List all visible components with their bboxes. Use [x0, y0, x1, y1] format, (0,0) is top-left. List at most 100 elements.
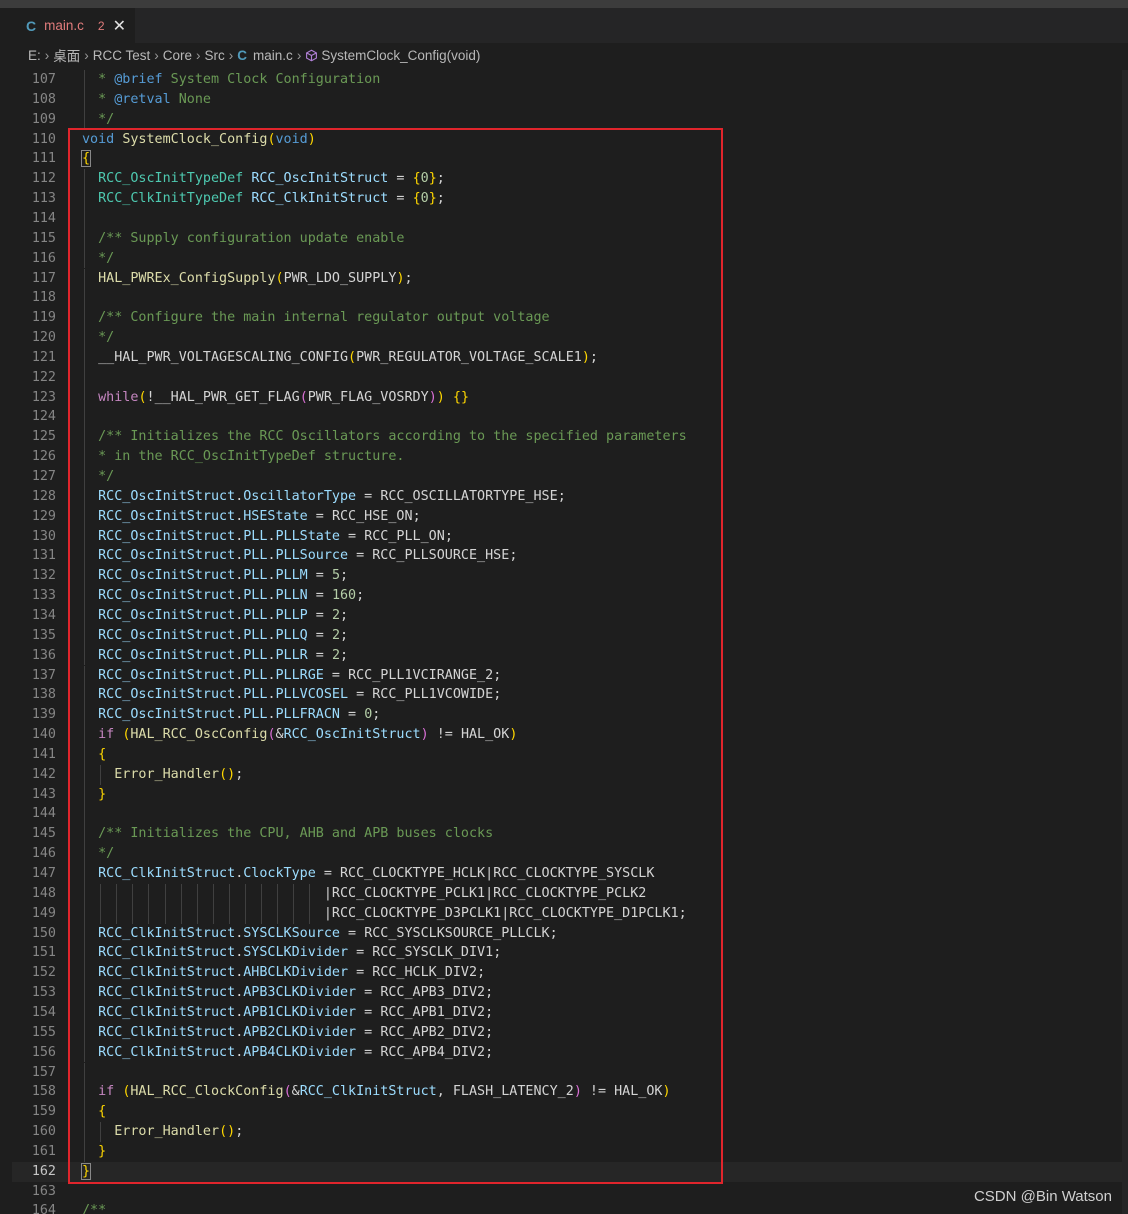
code-line[interactable]: 136 RCC_OscInitStruct.PLL.PLLR = 2;: [12, 645, 1128, 666]
code-line[interactable]: 135 RCC_OscInitStruct.PLL.PLLQ = 2;: [12, 625, 1128, 646]
line-number: 125: [31, 429, 56, 445]
code-line[interactable]: 164 /**: [12, 1201, 1128, 1214]
code-line[interactable]: 123 while(!__HAL_PWR_GET_FLAG(PWR_FLAG_V…: [12, 387, 1128, 408]
code-line[interactable]: 145 /** Initializes the CPU, AHB and APB…: [12, 824, 1128, 845]
code-line[interactable]: 112 RCC_OscInitTypeDef RCC_OscInitStruct…: [12, 169, 1128, 190]
code-line[interactable]: 151 RCC_ClkInitStruct.SYSCLKDivider = RC…: [12, 943, 1128, 964]
line-number: 108: [31, 91, 56, 107]
line-number: 144: [31, 806, 56, 822]
vertical-scrollbar[interactable]: [1122, 70, 1128, 1214]
indent-guide: [100, 764, 102, 785]
code-line[interactable]: 121 __HAL_PWR_VOLTAGESCALING_CONFIG(PWR_…: [12, 347, 1128, 368]
close-icon[interactable]: ✕: [113, 16, 126, 36]
code-line[interactable]: 125 /** Initializes the RCC Oscillators …: [12, 427, 1128, 448]
line-number: 143: [31, 786, 56, 802]
breadcrumb-core[interactable]: Core: [163, 48, 192, 63]
breadcrumb-project[interactable]: RCC Test: [93, 48, 151, 63]
code-line[interactable]: 122: [12, 367, 1128, 388]
code-line[interactable]: 154 RCC_ClkInitStruct.APB1CLKDivider = R…: [12, 1002, 1128, 1023]
indent-guide: [84, 189, 85, 209]
code-line[interactable]: 146 */: [12, 844, 1128, 864]
code-line[interactable]: 152 RCC_ClkInitStruct.AHBCLKDivider = RC…: [12, 963, 1128, 984]
indent-guide: [84, 983, 85, 1003]
breadcrumb-symbol[interactable]: SystemClock_Config(void): [321, 48, 480, 63]
code-line[interactable]: 144: [12, 804, 1128, 825]
line-number: 148: [31, 885, 56, 901]
code-line[interactable]: 140 if (HAL_RCC_OscConfig(&RCC_OscInitSt…: [12, 725, 1128, 745]
tab-main-c[interactable]: C main.c 2 ✕: [12, 8, 135, 43]
breadcrumb-src[interactable]: Src: [205, 48, 225, 63]
code-line[interactable]: 119 /** Configure the main internal regu…: [12, 308, 1128, 329]
line-number: 121: [31, 349, 56, 365]
code-line[interactable]: 137 RCC_OscInitStruct.PLL.PLLRGE = RCC_P…: [12, 665, 1128, 686]
line-number: 147: [31, 866, 56, 881]
code-line[interactable]: 162}: [12, 1161, 1128, 1182]
code-line[interactable]: 156 RCC_ClkInitStruct.APB4CLKDivider = R…: [12, 1042, 1128, 1063]
code-line[interactable]: 142 Error_Handler();: [12, 764, 1128, 785]
line-number: 142: [31, 766, 56, 782]
code-line[interactable]: 147 RCC_ClkInitStruct.ClockType = RCC_CL…: [12, 864, 1128, 884]
code-line[interactable]: 108 * @retval None: [12, 89, 1128, 110]
code-text: {: [80, 150, 92, 168]
code-line[interactable]: 126 * in the RCC_OscInitTypeDef structur…: [12, 447, 1128, 467]
code-line[interactable]: 153 RCC_ClkInitStruct.APB3CLKDivider = R…: [12, 983, 1128, 1003]
code-line[interactable]: 143 }: [12, 784, 1128, 805]
code-line[interactable]: 134 RCC_OscInitStruct.PLL.PLLP = 2;: [12, 605, 1128, 626]
code-line[interactable]: 161 }: [12, 1141, 1128, 1162]
indent-guide: [132, 903, 134, 924]
code-line[interactable]: 157: [12, 1062, 1128, 1083]
code-line[interactable]: 138 RCC_OscInitStruct.PLL.PLLVCOSEL = RC…: [12, 685, 1128, 706]
code-line[interactable]: 115 /** Supply configuration update enab…: [12, 228, 1128, 249]
code-line[interactable]: 116 */: [12, 248, 1128, 269]
code-line[interactable]: 111 {: [12, 149, 1128, 169]
indent-guide: [84, 883, 85, 904]
code-line[interactable]: 129 RCC_OscInitStruct.HSEState = RCC_HSE…: [12, 506, 1128, 527]
code-line[interactable]: 117 HAL_PWREx_ConfigSupply(PWR_LDO_SUPPL…: [12, 268, 1128, 289]
code-line[interactable]: 113 RCC_ClkInitTypeDef RCC_ClkInitStruct…: [12, 189, 1128, 209]
code-text: */: [82, 250, 115, 266]
code-editor[interactable]: 107 * @brief System Clock Configuration 1…: [12, 70, 1128, 1214]
code-line[interactable]: 133 RCC_OscInitStruct.PLL.PLLN = 160;: [12, 586, 1128, 606]
code-line[interactable]: 124: [12, 407, 1128, 428]
code-text: /** Initializes the CPU, AHB and APB bus…: [82, 826, 494, 842]
indent-guide: [164, 903, 166, 924]
line-number: 154: [31, 1004, 56, 1020]
code-line[interactable]: 149 |RCC_CLOCKTYPE_D3PCLK1|RCC_CLOCKTYPE…: [12, 903, 1128, 924]
code-line[interactable]: 130 RCC_OscInitStruct.PLL.PLLState = RCC…: [12, 526, 1128, 547]
code-line[interactable]: 110 void SystemClock_Config(void): [12, 130, 1128, 150]
code-text: /** Configure the main internal regulato…: [82, 310, 550, 326]
indent-guide: [84, 169, 85, 190]
line-number: 141: [31, 746, 56, 762]
tab-label: main.c: [44, 18, 84, 33]
breadcrumb-drive[interactable]: E:: [28, 48, 41, 63]
code-line[interactable]: 107 * @brief System Clock Configuration: [12, 70, 1128, 90]
indent-guide: [84, 407, 85, 428]
line-number: 113: [31, 191, 56, 207]
code-line[interactable]: 127 */: [12, 467, 1128, 487]
code-line[interactable]: 159 {: [12, 1102, 1128, 1123]
code-line[interactable]: 132 RCC_OscInitStruct.PLL.PLLM = 5;: [12, 566, 1128, 587]
code-line[interactable]: 131 RCC_OscInitStruct.PLL.PLLSource = RC…: [12, 546, 1128, 567]
breadcrumb-desktop[interactable]: 桌面: [53, 45, 80, 65]
line-number: 130: [31, 528, 56, 544]
breadcrumb-file[interactable]: main.c: [253, 48, 293, 63]
indent-guide: [293, 903, 295, 924]
code-line[interactable]: 155 RCC_ClkInitStruct.APB2CLKDivider = R…: [12, 1022, 1128, 1043]
code-line[interactable]: 150 RCC_ClkInitStruct.SYSCLKSource = RCC…: [12, 923, 1128, 944]
indent-guide: [100, 883, 102, 904]
code-line[interactable]: 109 */: [12, 109, 1128, 130]
code-line[interactable]: 160 Error_Handler();: [12, 1122, 1128, 1142]
code-line[interactable]: 128 RCC_OscInitStruct.OscillatorType = R…: [12, 486, 1128, 507]
code-line[interactable]: 114: [12, 208, 1128, 229]
c-file-icon: C: [26, 17, 37, 34]
code-line[interactable]: 141 {: [12, 744, 1128, 765]
indent-guide: [84, 764, 85, 785]
code-line[interactable]: 118: [12, 288, 1128, 309]
code-line[interactable]: 163: [12, 1182, 1128, 1202]
code-line[interactable]: 139 RCC_OscInitStruct.PLL.PLLFRACN = 0;: [12, 705, 1128, 726]
code-line[interactable]: 158 if (HAL_RCC_ClockConfig(&RCC_ClkInit…: [12, 1082, 1128, 1103]
code-line[interactable]: 148 |RCC_CLOCKTYPE_PCLK1|RCC_CLOCKTYPE_P…: [12, 883, 1128, 904]
code-text: * in the RCC_OscInitTypeDef structure.: [82, 449, 405, 465]
code-line[interactable]: 120 */: [12, 328, 1128, 348]
line-number: 156: [31, 1044, 56, 1060]
